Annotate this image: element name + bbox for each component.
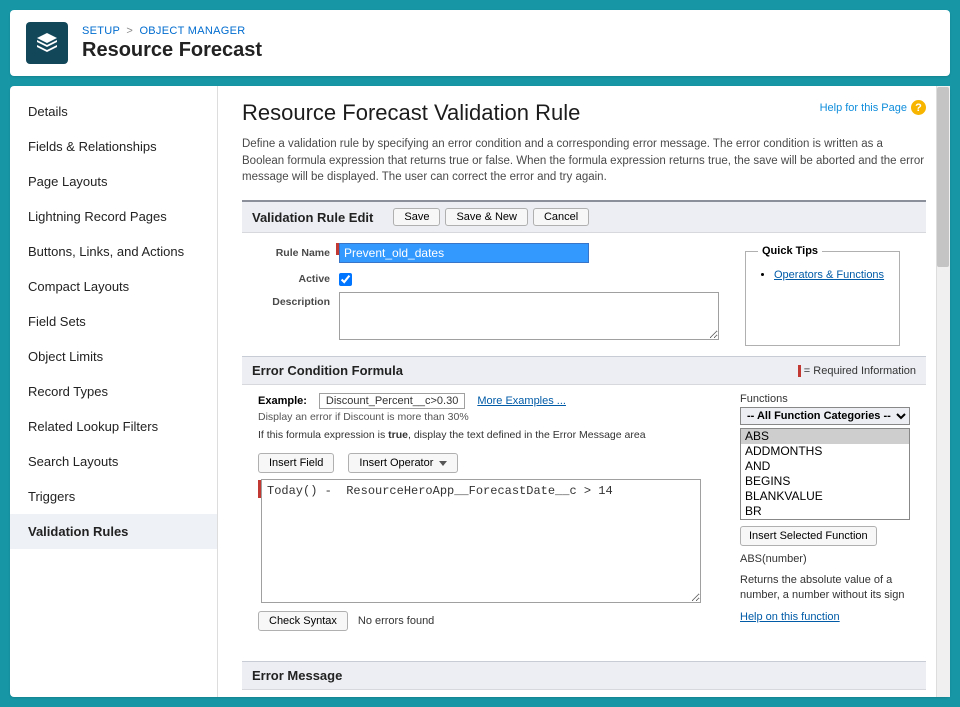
save-and-new-button[interactable]: Save & New — [445, 208, 528, 226]
insert-operator-button[interactable]: Insert Operator — [348, 453, 458, 473]
function-list[interactable]: ABS ADDMONTHS AND BEGINS BLANKVALUE BR — [740, 428, 910, 520]
intro-text: Define a validation rule by specifying a… — [242, 136, 926, 186]
function-item-addmonths[interactable]: ADDMONTHS — [741, 444, 909, 459]
edit-section-header: Validation Rule Edit Save Save & New Can… — [242, 200, 926, 233]
rule-name-input[interactable] — [339, 243, 589, 263]
function-item-br[interactable]: BR — [741, 504, 909, 519]
quick-tips-panel: Quick Tips Operators & Functions — [745, 245, 900, 346]
function-item-blankvalue[interactable]: BLANKVALUE — [741, 489, 909, 504]
formula-hint: If this formula expression is true, disp… — [258, 429, 728, 441]
check-syntax-button[interactable]: Check Syntax — [258, 611, 348, 631]
function-signature: ABS(number) — [740, 552, 910, 567]
formula-section-header: Error Condition Formula = Required Infor… — [242, 356, 926, 385]
breadcrumb: SETUP > OBJECT MANAGER — [82, 25, 262, 37]
description-textarea[interactable] — [339, 292, 719, 340]
required-legend-text: = Required Information — [804, 365, 916, 377]
sidebar-item-field-sets[interactable]: Field Sets — [10, 304, 217, 339]
active-checkbox[interactable] — [339, 273, 352, 286]
sidebar-item-lightning-record-pages[interactable]: Lightning Record Pages — [10, 199, 217, 234]
example-note: Display an error if Discount is more tha… — [258, 411, 728, 423]
error-message-section-header: Error Message — [242, 661, 926, 690]
scrollbar-thumb[interactable] — [937, 87, 949, 267]
help-for-page-link[interactable]: Help for this Page ? — [820, 100, 926, 115]
save-button[interactable]: Save — [393, 208, 440, 226]
formula-textarea[interactable]: Today() - ResourceHeroApp__ForecastDate_… — [261, 479, 701, 603]
scrollbar[interactable] — [936, 86, 950, 697]
rule-name-label: Rule Name — [258, 243, 336, 259]
insert-field-button[interactable]: Insert Field — [258, 453, 334, 473]
formula-section-title: Error Condition Formula — [252, 363, 403, 378]
function-item-begins[interactable]: BEGINS — [741, 474, 909, 489]
rule-title: Resource Forecast Validation Rule — [242, 100, 580, 126]
help-icon: ? — [911, 100, 926, 115]
required-mark-icon — [798, 365, 801, 377]
breadcrumb-object-manager[interactable]: OBJECT MANAGER — [139, 25, 245, 37]
example-label: Example: — [258, 395, 307, 407]
sidebar-item-search-layouts[interactable]: Search Layouts — [10, 444, 217, 479]
active-label: Active — [258, 269, 336, 285]
function-category-select[interactable]: -- All Function Categories -- — [740, 407, 910, 425]
syntax-message: No errors found — [358, 615, 434, 627]
sidebar-item-page-layouts[interactable]: Page Layouts — [10, 164, 217, 199]
sidebar: Details Fields & Relationships Page Layo… — [10, 86, 218, 697]
edit-section-title: Validation Rule Edit — [252, 210, 373, 225]
chevron-down-icon — [439, 461, 447, 466]
description-label: Description — [258, 292, 336, 308]
cancel-button[interactable]: Cancel — [533, 208, 589, 226]
error-message-section-title: Error Message — [252, 668, 342, 683]
function-item-and[interactable]: AND — [741, 459, 909, 474]
function-help-link[interactable]: Help on this function — [740, 611, 910, 623]
content: Resource Forecast Validation Rule Help f… — [218, 86, 950, 697]
sidebar-item-object-limits[interactable]: Object Limits — [10, 339, 217, 374]
required-legend: = Required Information — [798, 365, 916, 377]
help-for-page-label: Help for this Page — [820, 102, 907, 114]
layers-icon — [26, 22, 68, 64]
function-description: Returns the absolute value of a number, … — [740, 573, 910, 603]
sidebar-item-triggers[interactable]: Triggers — [10, 479, 217, 514]
page-title: Resource Forecast — [82, 39, 262, 62]
breadcrumb-sep: > — [126, 25, 133, 37]
sidebar-item-details[interactable]: Details — [10, 94, 217, 129]
insert-operator-label: Insert Operator — [359, 457, 433, 469]
sidebar-item-compact-layouts[interactable]: Compact Layouts — [10, 269, 217, 304]
sidebar-item-validation-rules[interactable]: Validation Rules — [10, 514, 217, 549]
breadcrumb-setup[interactable]: SETUP — [82, 25, 120, 37]
header-card: SETUP > OBJECT MANAGER Resource Forecast — [10, 10, 950, 76]
insert-selected-function-button[interactable]: Insert Selected Function — [740, 526, 877, 546]
sidebar-item-buttons-links-actions[interactable]: Buttons, Links, and Actions — [10, 234, 217, 269]
sidebar-item-fields-relationships[interactable]: Fields & Relationships — [10, 129, 217, 164]
function-item-abs[interactable]: ABS — [741, 429, 909, 444]
functions-panel: Functions -- All Function Categories -- … — [740, 393, 910, 631]
main-card: Details Fields & Relationships Page Layo… — [10, 86, 950, 697]
more-examples-link[interactable]: More Examples ... — [477, 395, 566, 407]
functions-label: Functions — [740, 393, 910, 405]
quick-tips-legend: Quick Tips — [758, 245, 822, 257]
sidebar-item-related-lookup-filters[interactable]: Related Lookup Filters — [10, 409, 217, 444]
operators-functions-link[interactable]: Operators & Functions — [774, 269, 884, 281]
sidebar-item-record-types[interactable]: Record Types — [10, 374, 217, 409]
example-box: Discount_Percent__c>0.30 — [319, 393, 465, 409]
